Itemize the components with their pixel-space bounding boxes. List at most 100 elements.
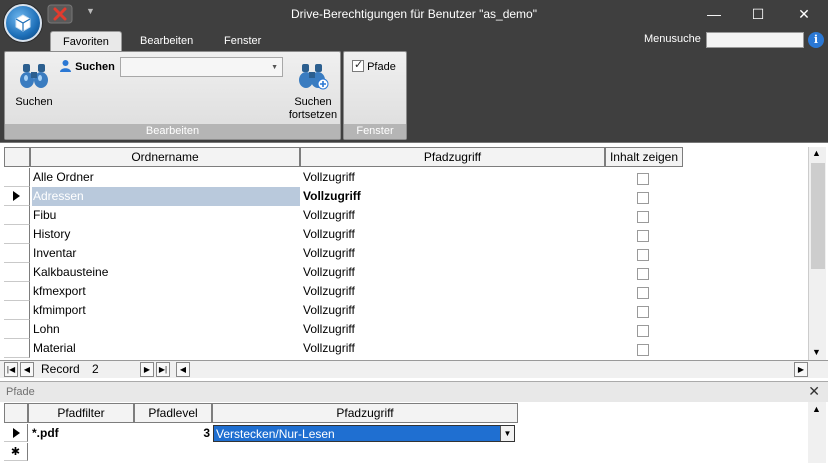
scrollbar-thumb[interactable] (811, 163, 825, 269)
checkbox-icon[interactable] (637, 287, 649, 299)
pfadzugriff-cell[interactable]: Vollzugriff (302, 225, 604, 244)
row-selector[interactable] (4, 320, 30, 339)
column-header-inhalt-zeigen[interactable]: Inhalt zeigen (605, 147, 683, 167)
pfade-vertical-scrollbar[interactable]: ▲ (808, 402, 826, 463)
row-selector[interactable] (4, 263, 30, 282)
title-bar: ▼ Drive-Berechtigungen für Benutzer "as_… (0, 0, 828, 29)
group-fenster: Pfade Fenster (343, 51, 407, 140)
scroll-down-icon[interactable]: ▼ (812, 347, 821, 357)
grid-corner[interactable] (4, 147, 30, 167)
ordnername-cell[interactable]: Kalkbausteine (32, 263, 300, 282)
pfadzugriff-cell[interactable]: Vollzugriff (302, 301, 604, 320)
ordnername-cell[interactable]: Alle Ordner (32, 168, 300, 187)
ordnername-cell[interactable]: Inventar (32, 244, 300, 263)
inhalt-zeigen-cell[interactable] (637, 322, 651, 341)
pfadzugriff-combobox[interactable]: Verstecken/Nur-Lesen ▼ (213, 425, 515, 442)
info-icon[interactable]: i (808, 32, 824, 48)
app-menu-orb-icon[interactable] (4, 4, 42, 42)
chevron-down-icon[interactable]: ▼ (500, 426, 514, 441)
inhalt-zeigen-cell[interactable] (637, 189, 651, 208)
tab-bearbeiten[interactable]: Bearbeiten (128, 31, 205, 51)
vertical-scrollbar[interactable]: ▲ ▼ (808, 147, 826, 361)
pfadzugriff-cell[interactable]: Vollzugriff (302, 339, 604, 358)
row-selector[interactable] (4, 301, 30, 320)
minimize-button[interactable]: — (692, 0, 736, 29)
record-number-input[interactable]: 2 (92, 362, 99, 376)
inhalt-zeigen-cell[interactable] (637, 227, 651, 246)
group-bearbeiten: Suchen Suchen ▼ Suchen fortsetzen Bearbe… (4, 51, 341, 140)
inhalt-zeigen-cell[interactable] (637, 265, 651, 284)
first-record-icon[interactable]: |◀ (4, 362, 18, 377)
ordnername-cell[interactable]: Lohn (32, 320, 300, 339)
row-selector[interactable] (4, 424, 28, 442)
suchen-button[interactable]: Suchen (11, 62, 57, 108)
checkbox-icon[interactable] (637, 268, 649, 280)
checkbox-icon[interactable] (637, 344, 649, 356)
pfadzugriff-cell[interactable]: Vollzugriff (302, 282, 604, 301)
pfadzugriff-cell[interactable]: Vollzugriff (302, 263, 604, 282)
pfadzugriff-cell[interactable]: Vollzugriff (302, 187, 604, 206)
maximize-button[interactable]: ☐ (736, 0, 780, 29)
inhalt-zeigen-cell[interactable] (637, 303, 651, 322)
pfadzugriff-cell[interactable]: Vollzugriff (302, 320, 604, 339)
inhalt-zeigen-cell[interactable] (637, 170, 651, 189)
checkbox-icon[interactable] (637, 230, 649, 242)
row-selector[interactable] (4, 339, 30, 358)
suchen-fortsetzen-button[interactable]: Suchen fortsetzen (283, 62, 343, 122)
last-record-icon[interactable]: ▶| (156, 362, 170, 377)
horizontal-scrollbar[interactable] (192, 362, 790, 377)
scroll-up-icon[interactable]: ▲ (812, 404, 821, 414)
menusuche-input[interactable] (706, 32, 804, 48)
row-selector[interactable] (4, 244, 30, 263)
inhalt-zeigen-cell[interactable] (637, 341, 651, 360)
column-header-ordnername[interactable]: Ordnername (30, 147, 300, 167)
checkbox-icon[interactable] (637, 211, 649, 223)
column-header-pfadlevel[interactable]: Pfadlevel (134, 403, 212, 423)
tab-favoriten[interactable]: Favoriten (50, 31, 122, 51)
inhalt-zeigen-cell[interactable] (637, 284, 651, 303)
ordnername-cell[interactable]: History (32, 225, 300, 244)
row-selector[interactable] (4, 282, 30, 301)
ordnername-cell[interactable]: Adressen (32, 187, 300, 206)
ordner-grid: Ordnername Pfadzugriff Inhalt zeigen All… (0, 142, 828, 378)
scroll-right-icon[interactable]: ▶ (794, 362, 808, 377)
ordnername-cell[interactable]: kfmimport (32, 301, 300, 320)
tab-fenster[interactable]: Fenster (212, 31, 273, 51)
pfadlevel-cell[interactable]: 3 (136, 424, 210, 442)
inhalt-zeigen-cell[interactable] (637, 208, 651, 227)
next-record-icon[interactable]: ▶ (140, 362, 154, 377)
new-row-selector[interactable]: ✱ (4, 443, 28, 461)
chevron-down-icon[interactable]: ▼ (271, 64, 278, 71)
scroll-left-icon[interactable]: ◀ (176, 362, 190, 377)
column-header-pfadzugriff-sub[interactable]: Pfadzugriff (212, 403, 518, 423)
pfadzugriff-cell[interactable]: Vollzugriff (302, 206, 604, 225)
checkbox-icon[interactable] (637, 325, 649, 337)
pfadzugriff-cell[interactable]: Vollzugriff (302, 244, 604, 263)
column-header-pfadzugriff[interactable]: Pfadzugriff (300, 147, 605, 167)
pfadfilter-cell[interactable]: *.pdf (32, 424, 132, 442)
row-selector[interactable] (4, 187, 30, 206)
ordnername-cell[interactable]: Material (32, 339, 300, 358)
inhalt-zeigen-cell[interactable] (637, 246, 651, 265)
column-header-pfadfilter[interactable]: Pfadfilter (28, 403, 134, 423)
checkbox-icon[interactable] (637, 173, 649, 185)
checkbox-icon[interactable] (637, 192, 649, 204)
scroll-up-icon[interactable]: ▲ (812, 148, 821, 158)
suchen-combobox[interactable]: ▼ (120, 57, 283, 77)
previous-record-icon[interactable]: ◀ (20, 362, 34, 377)
close-button[interactable]: ✕ (782, 0, 826, 29)
suchen-inline: Suchen (59, 59, 115, 73)
pfade-grid-corner[interactable] (4, 403, 28, 423)
row-selector[interactable] (4, 206, 30, 225)
pfadzugriff-cell[interactable]: Vollzugriff (302, 168, 604, 187)
checkbox-icon[interactable] (637, 249, 649, 261)
ribbon: Suchen Suchen ▼ Suchen fortsetzen Bearbe… (0, 51, 828, 142)
row-selector[interactable] (4, 225, 30, 244)
checkbox-icon[interactable] (637, 306, 649, 318)
ordnername-cell[interactable]: Fibu (32, 206, 300, 225)
close-panel-icon[interactable]: ✕ (808, 383, 820, 400)
checkbox-checked-icon[interactable] (352, 58, 364, 72)
pfade-checkbox[interactable]: Pfade (352, 58, 396, 73)
ordnername-cell[interactable]: kfmexport (32, 282, 300, 301)
row-selector[interactable] (4, 168, 30, 187)
